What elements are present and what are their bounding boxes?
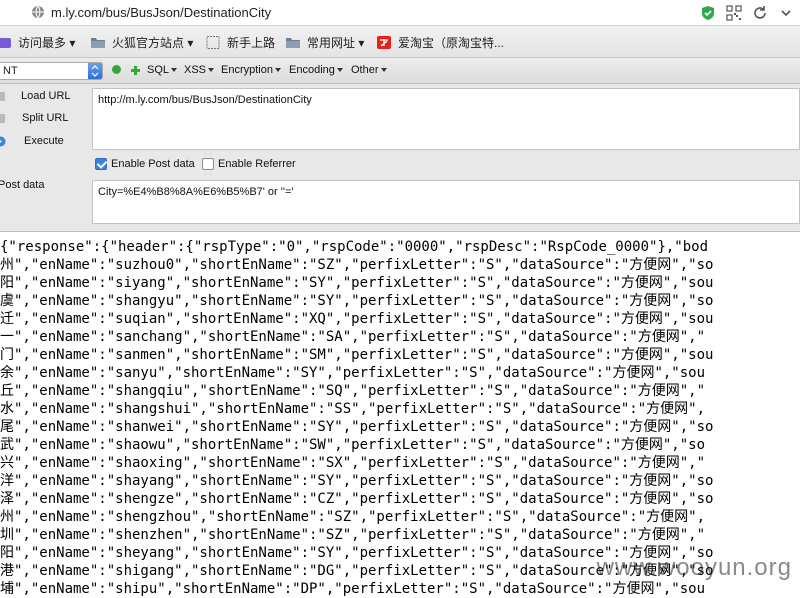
response-line: 虞","enName":"shangyu","shortEnName":"SY"… [0, 293, 714, 309]
post-data-textarea[interactable]: City=%E4%B8%8A%E6%B5%B7' or ''=' [92, 180, 800, 224]
select-arrow-icon [88, 63, 102, 79]
url-textarea[interactable]: http://m.ly.com/bus/BusJson/DestinationC… [92, 88, 800, 150]
response-line: 泽","enName":"shengze","shortEnName":"CZ"… [0, 491, 714, 507]
menu-sql[interactable]: SQL [147, 64, 178, 76]
bookmark-most-visited[interactable]: 访问最多 ▾ [0, 34, 75, 50]
menu-other[interactable]: Other [351, 64, 387, 76]
response-line: 一","enName":"sanchang","shortEnName":"SA… [0, 329, 706, 345]
execute-icon [0, 136, 6, 146]
reload-icon[interactable] [752, 5, 768, 21]
response-line: 阳","enName":"siyang","shortEnName":"SY",… [0, 275, 714, 291]
caret-icon [274, 68, 281, 73]
bookmark-icon [0, 37, 11, 48]
folder-icon [91, 37, 105, 48]
checkbox-empty-icon [202, 158, 214, 170]
hackbar-toolbar: NT SQL XSS Encryption Encoding Other [0, 58, 800, 84]
response-line: 丘","enName":"shangqiu","shortEnName":"SQ… [0, 383, 706, 399]
response-line: 州","enName":"shengzhou","shortEnName":"S… [0, 509, 706, 525]
load-url-icon [0, 91, 5, 101]
bookmarks-bar: 访问最多 ▾ 火狐官方站点 ▾ 新手上路 常用网址 ▾ 爱淘宝（原淘宝特... [0, 26, 800, 58]
response-line: 水","enName":"shangshui","shortEnName":"S… [0, 401, 706, 417]
caret-icon [208, 68, 215, 73]
hackbar-panel: Load URL Split URL Execute http://m.ly.c… [0, 84, 800, 232]
split-url-icon [0, 113, 5, 123]
menu-encryption[interactable]: Encryption [221, 64, 281, 76]
response-body: {"response":{"header":{"rspType":"0","rs… [0, 238, 800, 598]
globe-icon [32, 5, 44, 19]
hackbar-select[interactable]: NT [0, 62, 103, 80]
response-line: 埔","enName":"shipu","shortEnName":"DP","… [0, 581, 706, 597]
post-data-label: Post data [0, 179, 45, 191]
enable-post-checkbox[interactable]: Enable Post data [95, 158, 195, 170]
taobao-icon [377, 35, 391, 49]
response-line: 尾","enName":"shanwei","shortEnName":"SY"… [0, 419, 714, 435]
response-line: 兴","enName":"shaoxing","shortEnName":"SX… [0, 455, 706, 471]
response-line: 余","enName":"sanyu","shortEnName":"SY","… [0, 365, 706, 381]
response-line: 迁","enName":"suqian","shortEnName":"XQ",… [0, 311, 714, 327]
qr-code-icon[interactable] [726, 5, 742, 21]
watermark: www.wooyun.org [596, 554, 792, 581]
caret-icon [380, 68, 387, 73]
decrease-icon[interactable] [112, 65, 121, 74]
folder-icon [286, 37, 300, 48]
dropdown-icon[interactable] [778, 5, 794, 21]
caret-icon [336, 68, 343, 73]
response-line: 武","enName":"shaowu","shortEnName":"SW",… [0, 437, 706, 453]
bookmark-firefox-official[interactable]: 火狐官方站点 ▾ [90, 34, 193, 50]
checkbox-checked-icon [95, 158, 107, 170]
address-bar[interactable]: m.ly.com/bus/BusJson/DestinationCity [0, 0, 800, 26]
page-icon [206, 35, 220, 49]
bookmark-common-sites[interactable]: 常用网址 ▾ [285, 34, 364, 50]
response-line: 洋","enName":"shayang","shortEnName":"SY"… [0, 473, 714, 489]
bookmark-getting-started[interactable]: 新手上路 [205, 34, 275, 50]
url-text[interactable]: m.ly.com/bus/BusJson/DestinationCity [51, 5, 271, 20]
caret-icon [171, 68, 178, 73]
response-line: {"response":{"header":{"rspType":"0","rs… [0, 239, 709, 255]
bookmark-ai-taobao[interactable]: 爱淘宝（原淘宝特... [376, 34, 504, 50]
response-line: 圳","enName":"shenzhen","shortEnName":"SZ… [0, 527, 706, 543]
response-line: 州","enName":"suzhou0","shortEnName":"SZ"… [0, 257, 714, 273]
increase-icon[interactable] [130, 65, 141, 76]
response-line: 门","enName":"sanmen","shortEnName":"SM",… [0, 347, 714, 363]
shield-icon[interactable] [700, 5, 716, 21]
menu-encoding[interactable]: Encoding [289, 64, 343, 76]
enable-referrer-checkbox[interactable]: Enable Referrer [202, 158, 296, 170]
menu-xss[interactable]: XSS [184, 64, 215, 76]
